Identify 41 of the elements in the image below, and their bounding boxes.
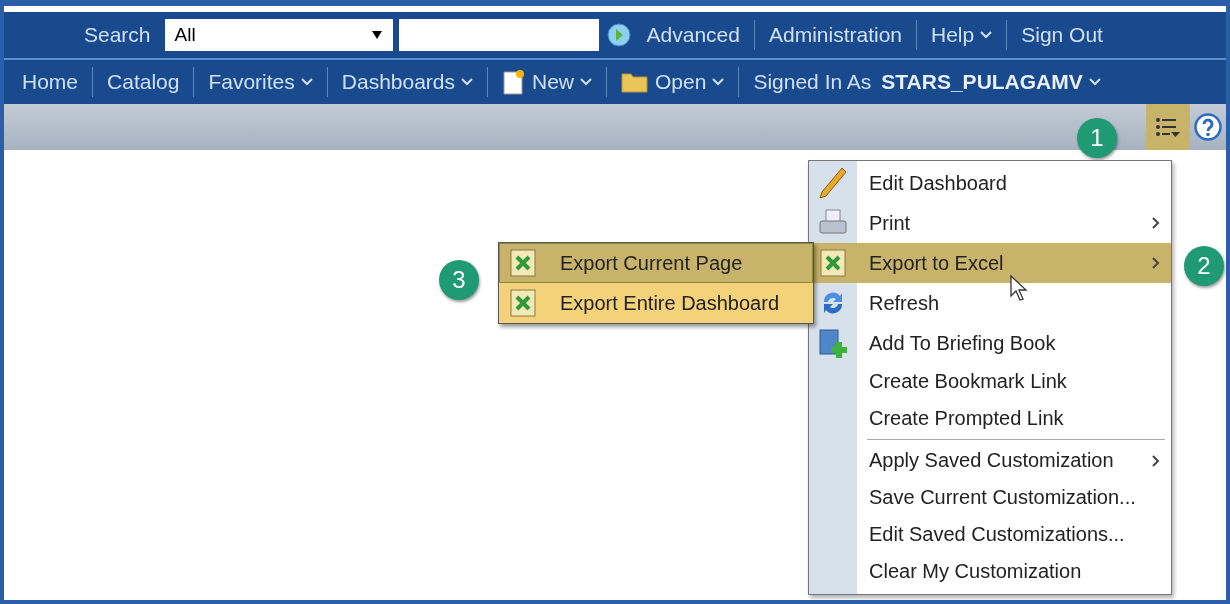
play-icon[interactable] (606, 23, 631, 47)
menu-item[interactable]: Edit Saved Customizations... (809, 516, 1171, 553)
header-link[interactable]: Sign Out (1021, 23, 1103, 47)
menu-item[interactable]: Apply Saved Customization (809, 442, 1171, 479)
help-icon[interactable] (1194, 113, 1222, 141)
spreadsheet-icon (820, 249, 846, 277)
nav-link[interactable]: Dashboards (341, 70, 473, 94)
chevron-down-icon (1088, 78, 1101, 86)
submenu-item[interactable]: Export Current Page (499, 243, 813, 283)
nav-link[interactable]: Home (22, 70, 79, 94)
search-label: Search (84, 23, 151, 47)
nav-link[interactable]: Catalog (107, 70, 180, 94)
step-marker: 3 (439, 260, 479, 300)
page-options-button[interactable] (1146, 104, 1190, 150)
header-link[interactable]: Help (931, 23, 993, 47)
scope-select[interactable]: All (164, 19, 393, 51)
spreadsheet-icon (510, 249, 536, 277)
caret-icon (370, 30, 383, 40)
menu-item[interactable]: Save Current Customization... (809, 479, 1171, 516)
list-options-icon (1155, 115, 1181, 139)
header-link[interactable]: Advanced (646, 23, 740, 47)
nav-link[interactable]: Open (621, 70, 725, 94)
search-field[interactable] (398, 19, 599, 51)
menu-item[interactable]: Edit Dashboard (809, 163, 1171, 203)
menu-item[interactable]: Create Bookmark Link (809, 363, 1171, 400)
menu-item[interactable]: Create Prompted Link (809, 400, 1171, 437)
nav-link[interactable]: New (502, 69, 593, 95)
menu-item[interactable]: Add To Briefing Book (809, 323, 1171, 363)
new-document-icon (502, 69, 526, 95)
nav-link[interactable]: Favorites (208, 70, 313, 94)
menu-item[interactable]: Clear My Customization (809, 553, 1171, 590)
user-menu[interactable]: STARS_PULAGAMV (881, 70, 1101, 94)
menu-item[interactable]: Print (809, 203, 1171, 243)
step-marker: 2 (1184, 246, 1224, 286)
folder-icon (621, 71, 650, 93)
header-link[interactable]: Administration (768, 23, 902, 47)
pencil-icon (818, 166, 848, 200)
add-book-icon (818, 328, 848, 358)
spreadsheet-icon (510, 289, 536, 317)
mouse-cursor-icon (1009, 274, 1029, 302)
signed-in-label: Signed In As (753, 70, 872, 94)
